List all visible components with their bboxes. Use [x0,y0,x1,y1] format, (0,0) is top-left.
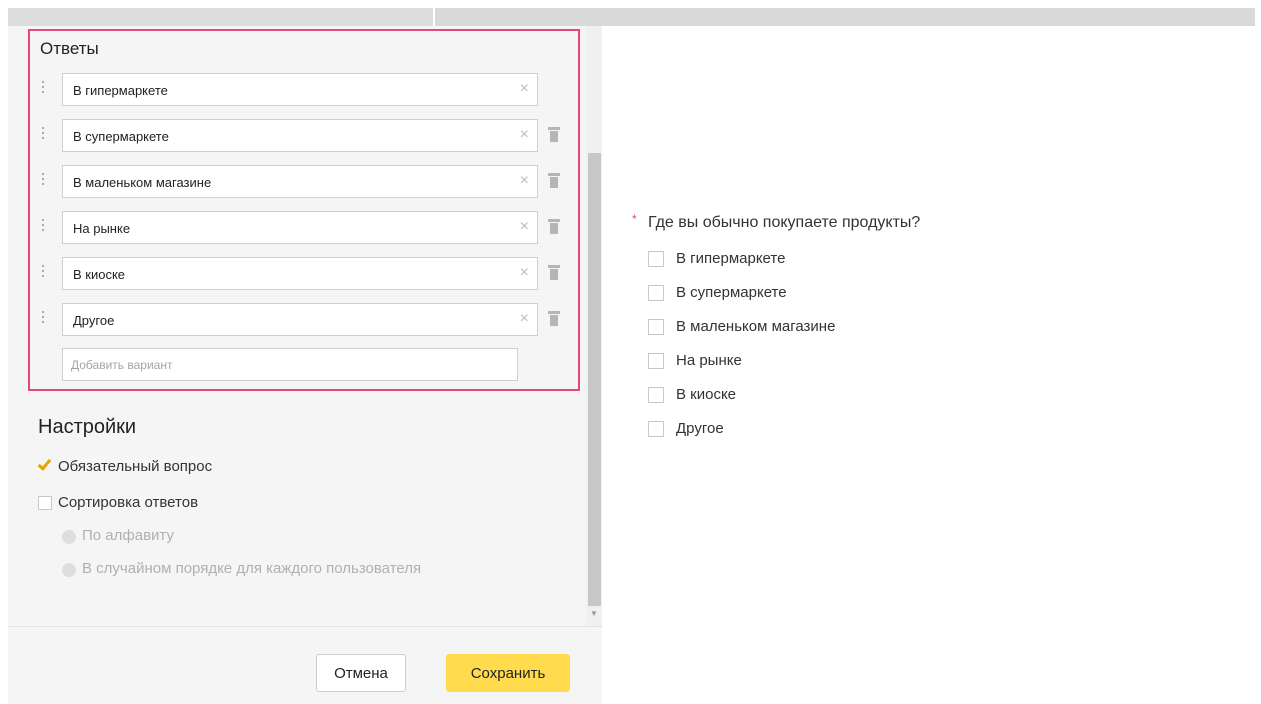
answer-input-text: В киоске [73,267,126,282]
clear-icon[interactable]: × [520,218,529,236]
preview-option[interactable]: В маленьком магазине [648,318,948,336]
answer-input-text: На рынке [73,221,131,236]
answer-input[interactable]: На рынке × [62,211,538,244]
preview-option[interactable]: На рынке [648,352,948,370]
drag-handle-icon[interactable] [40,219,46,235]
preview-question-text: Где вы обычно покупаете продукты? [648,214,921,231]
trash-icon[interactable] [548,265,560,281]
top-bar [0,0,1261,26]
preview-option[interactable]: В гипермаркете [648,250,948,268]
sort-checkbox[interactable] [38,496,52,510]
preview-checkbox[interactable] [648,353,664,369]
answer-row: В супермаркете × [40,119,570,152]
preview-checkbox[interactable] [648,285,664,301]
preview-option[interactable]: Другое [648,420,948,438]
save-button[interactable]: Сохранить [446,654,570,692]
required-label[interactable]: Обязательный вопрос [58,458,212,475]
answers-title: Ответы [40,39,99,58]
scrollbar-thumb[interactable] [588,153,601,606]
clear-icon[interactable]: × [520,126,529,144]
drag-handle-icon[interactable] [40,311,46,327]
answer-row: В киоске × [40,257,570,290]
sort-alpha-radio[interactable] [62,530,76,544]
clear-icon[interactable]: × [520,310,529,328]
answer-row: В маленьком магазине × [40,165,570,198]
trash-icon[interactable] [548,219,560,235]
footer-divider [8,626,602,627]
add-variant-input[interactable]: Добавить вариант [62,348,518,381]
drag-handle-icon[interactable] [40,173,46,189]
settings-title: Настройки [38,416,137,438]
sort-alpha-label: По алфавиту [82,527,174,544]
answer-input[interactable]: Другое × [62,303,538,336]
checkmark-icon [37,456,52,471]
sort-random-label: В случайном порядке для каждого пользова… [82,560,422,577]
preview-option-label: Другое [676,420,724,437]
drag-handle-icon[interactable] [40,127,46,143]
preview-checkbox[interactable] [648,319,664,335]
preview-checkbox[interactable] [648,387,664,403]
cancel-button[interactable]: Отмена [316,654,406,692]
preview-option-label: На рынке [676,352,742,369]
sort-label[interactable]: Сортировка ответов [58,494,198,511]
scroll-down-arrow-icon[interactable]: ▼ [590,609,598,618]
preview-option-label: В гипермаркете [676,250,786,267]
preview-tab-strip [435,8,1255,26]
preview-option-label: В маленьком магазине [676,318,836,335]
sort-random-radio[interactable] [62,563,76,577]
drag-handle-icon[interactable] [40,265,46,281]
clear-icon[interactable]: × [520,264,529,282]
preview-checkbox[interactable] [648,251,664,267]
answer-input[interactable]: В киоске × [62,257,538,290]
required-mark: * [632,212,637,226]
answer-input-text: В маленьком магазине [73,175,212,190]
answers-section: Ответы В гипермаркете × В супермаркете ×… [28,29,580,391]
clear-icon[interactable]: × [520,80,529,98]
answer-row: Другое × [40,303,570,336]
trash-icon[interactable] [548,173,560,189]
clear-icon[interactable]: × [520,172,529,190]
answer-input-text: Другое [73,313,115,328]
drag-handle-icon[interactable] [40,81,46,97]
add-variant-placeholder: Добавить вариант [71,358,173,372]
answer-input-text: В гипермаркете [73,83,168,98]
answer-input[interactable]: В супермаркете × [62,119,538,152]
preview-option-label: В супермаркете [676,284,787,301]
trash-icon[interactable] [548,311,560,327]
question-editor-panel: Ответы В гипермаркете × В супермаркете ×… [8,26,602,704]
answer-input[interactable]: В гипермаркете × [62,73,538,106]
preview-option[interactable]: В киоске [648,386,948,404]
answer-row: На рынке × [40,211,570,244]
trash-icon[interactable] [548,127,560,143]
required-checkbox[interactable] [37,456,52,473]
editor-tab-strip [8,8,433,26]
preview-option-label: В киоске [676,386,737,403]
answer-input-text: В супермаркете [73,129,169,144]
preview-option[interactable]: В супермаркете [648,284,948,302]
answer-input[interactable]: В маленьком магазине × [62,165,538,198]
preview-checkbox[interactable] [648,421,664,437]
answer-row: В гипермаркете × [40,73,570,106]
